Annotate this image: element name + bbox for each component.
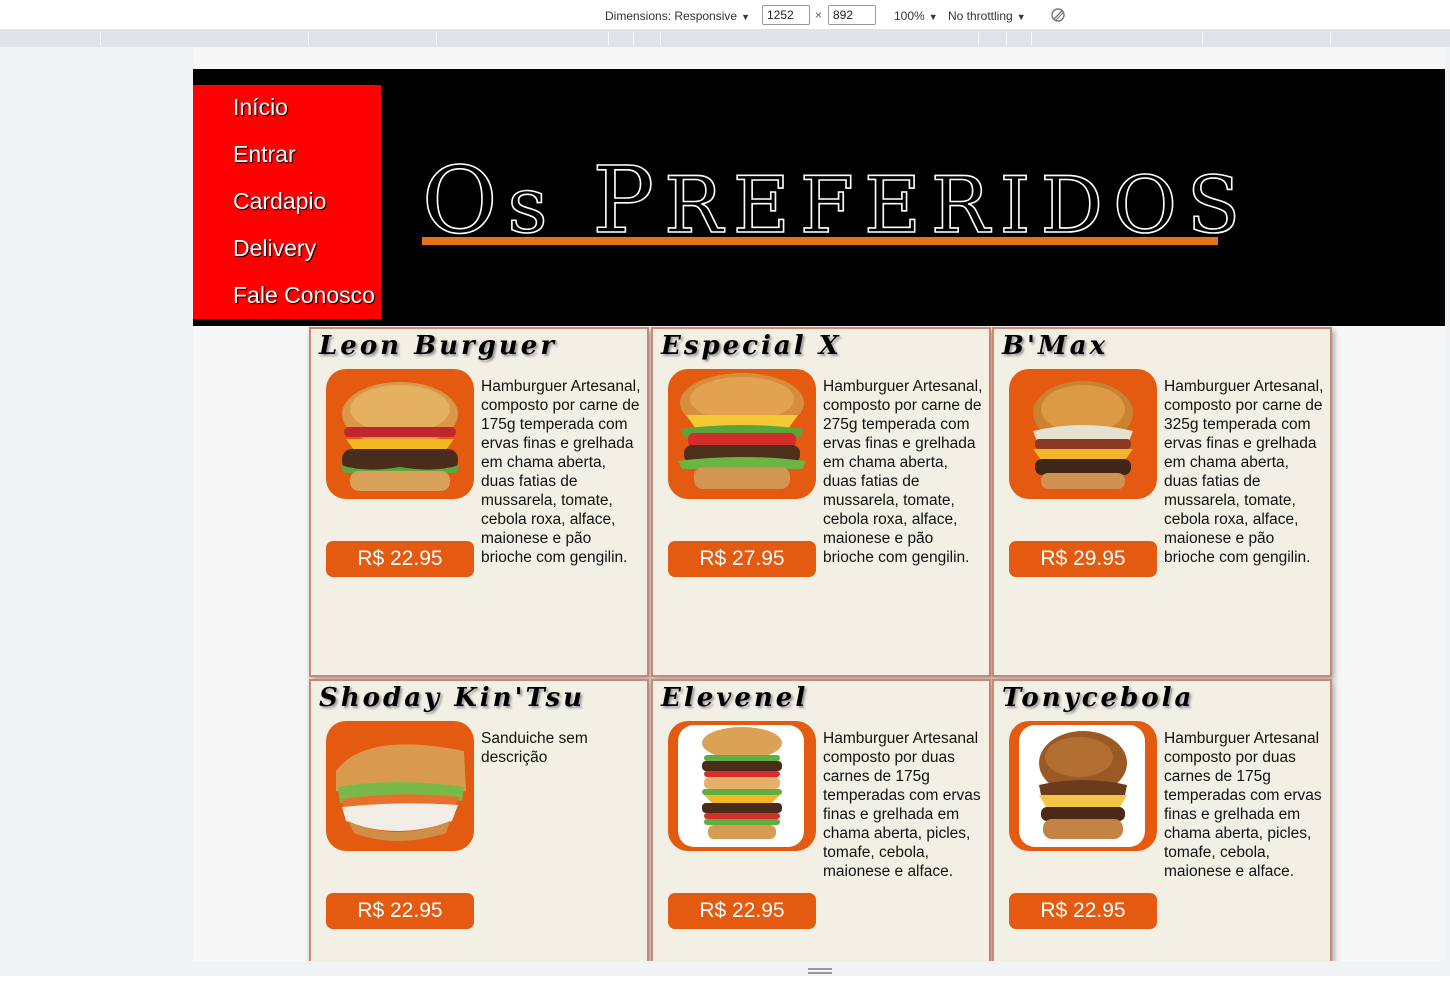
ruler-marker (660, 32, 661, 45)
ruler-marker (1031, 32, 1032, 45)
product-card: Elevenel Hamburguer Artesanal composto p… (651, 679, 991, 961)
rotate-icon[interactable] (1050, 7, 1066, 23)
price-button[interactable]: R$ 22.95 (326, 893, 474, 929)
ruler-marker (1006, 32, 1007, 45)
height-input[interactable] (828, 5, 876, 25)
nav-item-entrar[interactable]: Entrar (233, 141, 296, 168)
ruler-marker (308, 32, 309, 45)
burger-photo (668, 721, 816, 851)
price-button[interactable]: R$ 22.95 (1009, 893, 1157, 929)
devtools-device-toolbar: Dimensions: Responsive▼ × 100%▼ No throt… (0, 0, 1450, 30)
times-icon: × (815, 8, 823, 22)
product-description: Hamburguer Artesanal, composto por carne… (823, 378, 983, 566)
media-query-ruler[interactable] (0, 30, 1450, 47)
product-name: Tonycebola (1002, 683, 1195, 713)
product-card: Leon Burguer Hamburguer Artesanal, compo… (309, 327, 649, 677)
title-underline (422, 237, 1218, 245)
price-button[interactable]: R$ 22.95 (668, 893, 816, 929)
dimensions-dropdown[interactable]: Dimensions: Responsive ▼ (605, 9, 750, 23)
product-card: B'Max Hamburguer Artesanal, composto por… (992, 327, 1332, 677)
nav-item-fale-conosco[interactable]: Fale Conosco (233, 282, 375, 309)
ruler-marker (633, 32, 634, 45)
devtools-bottom-bar (0, 976, 1450, 987)
product-name: Leon Burguer (319, 331, 558, 361)
product-name: Especial X (661, 331, 842, 361)
burger-photo (1009, 721, 1157, 851)
zoom-label: 100% (894, 9, 925, 23)
product-card: Shoday Kin'Tsu Sanduiche sem descrição R… (309, 679, 649, 961)
ruler-marker (1202, 32, 1203, 45)
product-card: Tonycebola Hamburguer Artesanal composto… (992, 679, 1332, 961)
product-description: Sanduiche sem descrição (481, 730, 588, 766)
price-button[interactable]: R$ 29.95 (1009, 541, 1157, 577)
price-button[interactable]: R$ 22.95 (326, 541, 474, 577)
product-description: Hamburguer Artesanal, composto por carne… (481, 378, 641, 566)
throttling-label: No throttling (948, 9, 1013, 23)
product-description: Hamburguer Artesanal composto por duas c… (823, 730, 981, 880)
dimensions-label: Dimensions: Responsive (605, 9, 738, 23)
nav-item-inicio[interactable]: Início (233, 94, 288, 121)
main-nav: Início Entrar Cardapio Delivery Fale Con… (193, 85, 381, 319)
ruler-marker (1330, 32, 1331, 45)
sandwich-photo (326, 721, 474, 851)
width-input[interactable] (762, 5, 810, 25)
throttling-dropdown[interactable]: No throttling ▼ (948, 9, 1026, 23)
ruler-marker (100, 32, 101, 45)
zoom-dropdown[interactable]: 100% ▼ (894, 9, 938, 23)
nav-item-delivery[interactable]: Delivery (233, 235, 316, 262)
product-name: Elevenel (661, 683, 809, 713)
chevron-down-icon: ▼ (928, 12, 938, 22)
burger-photo (326, 369, 474, 499)
ruler-marker (608, 32, 609, 45)
burger-photo (668, 369, 816, 499)
ruler-marker (978, 32, 979, 45)
chevron-down-icon: ▼ (1016, 12, 1026, 22)
nav-item-cardapio[interactable]: Cardapio (233, 188, 326, 215)
product-card: Especial X Hamburguer Artesanal, compost… (651, 327, 991, 677)
product-description: Hamburguer Artesanal, composto por carne… (1164, 378, 1324, 566)
burger-photo (1009, 369, 1157, 499)
product-name: Shoday Kin'Tsu (319, 683, 586, 713)
emulated-page: Início Entrar Cardapio Delivery Fale Con… (193, 47, 1445, 961)
site-header: Início Entrar Cardapio Delivery Fale Con… (193, 69, 1445, 326)
product-name: B'Max (1002, 331, 1109, 361)
product-description: Hamburguer Artesanal composto por duas c… (1164, 730, 1322, 880)
ruler-marker (436, 32, 437, 45)
chevron-down-icon: ▼ (741, 12, 750, 22)
price-button[interactable]: R$ 27.95 (668, 541, 816, 577)
resize-handle-icon[interactable] (808, 968, 832, 976)
